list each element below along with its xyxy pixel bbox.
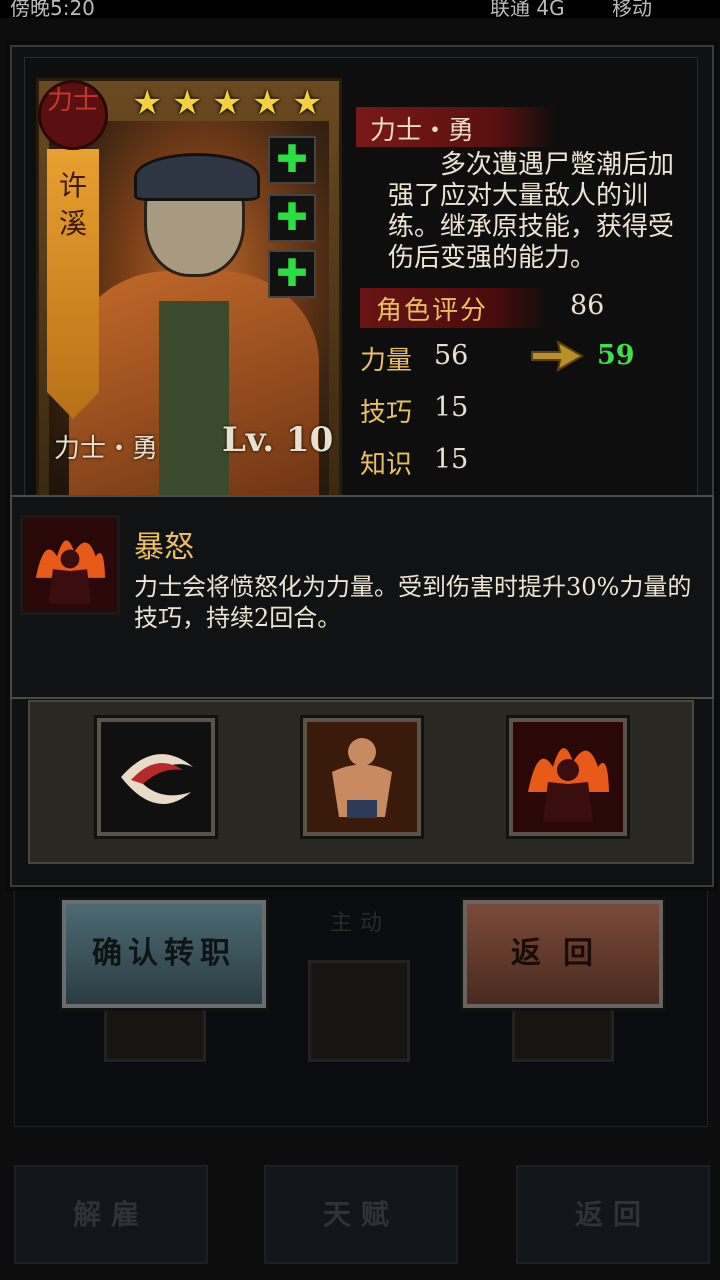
skill-description: 力士会将愤怒化为力量。受到伤害时提升30%力量的技巧，持续2回合。 [134, 573, 692, 632]
job-description: 多次遭遇尸蹩潮后加强了应对大量敌人的训练。继承原技能，获得受伤后变强的能力。 [388, 150, 675, 273]
job-title: 力士・勇 [370, 116, 475, 146]
skill-name: 暴怒 [134, 530, 194, 565]
class-badge: 力士 [38, 80, 108, 150]
rating-value: 86 [570, 290, 605, 321]
plus-icon[interactable]: ✚ [268, 250, 316, 298]
knowledge-label: 知识 [360, 450, 413, 480]
dismiss-button[interactable]: 解雇 [14, 1165, 208, 1264]
rage-skill-icon [20, 515, 120, 615]
star-icon: ★ [292, 83, 323, 123]
background-active-label: 主动 [330, 911, 391, 936]
back-button[interactable]: 返回 [463, 900, 663, 1008]
background-back-button[interactable]: 返回 [516, 1165, 710, 1264]
strength-label: 力量 [360, 346, 413, 376]
arrow-right-icon [531, 340, 584, 372]
confirm-job-change-button[interactable]: 确认转职 [62, 900, 266, 1008]
strength-new-value: 59 [597, 340, 635, 371]
star-icon: ★ [172, 83, 203, 123]
star-rating: ★ ★ ★ ★ ★ [132, 86, 332, 120]
skill-stat-label: 技巧 [360, 398, 413, 428]
star-icon: ★ [212, 83, 243, 123]
status-time: 傍晚5:20 [10, 0, 95, 18]
star-icon: ★ [252, 83, 283, 123]
hero-level: Lv. 10 [222, 420, 334, 460]
strength-value: 56 [434, 340, 469, 371]
plus-icon[interactable]: ✚ [268, 194, 316, 242]
card-class-name: 力士・勇 [54, 434, 159, 464]
talent-button[interactable]: 天赋 [264, 1165, 458, 1264]
rage-skill-icon[interactable] [509, 718, 627, 836]
background-skill-icon [308, 960, 410, 1062]
status-carrier-2: 移动 [612, 0, 652, 18]
status-carrier-1: 联通 4G [490, 0, 565, 18]
skill-stat-value: 15 [434, 392, 469, 423]
muscle-skill-icon[interactable] [303, 718, 421, 836]
whirlwind-skill-icon[interactable] [97, 718, 215, 836]
knowledge-value: 15 [434, 444, 469, 475]
plus-icon[interactable]: ✚ [268, 136, 316, 184]
star-icon: ★ [132, 83, 163, 123]
status-bar: 傍晚5:20 联通 4G 移动 [0, 0, 720, 18]
rating-label: 角色评分 [376, 296, 489, 326]
hero-name: 许溪 [58, 169, 87, 240]
